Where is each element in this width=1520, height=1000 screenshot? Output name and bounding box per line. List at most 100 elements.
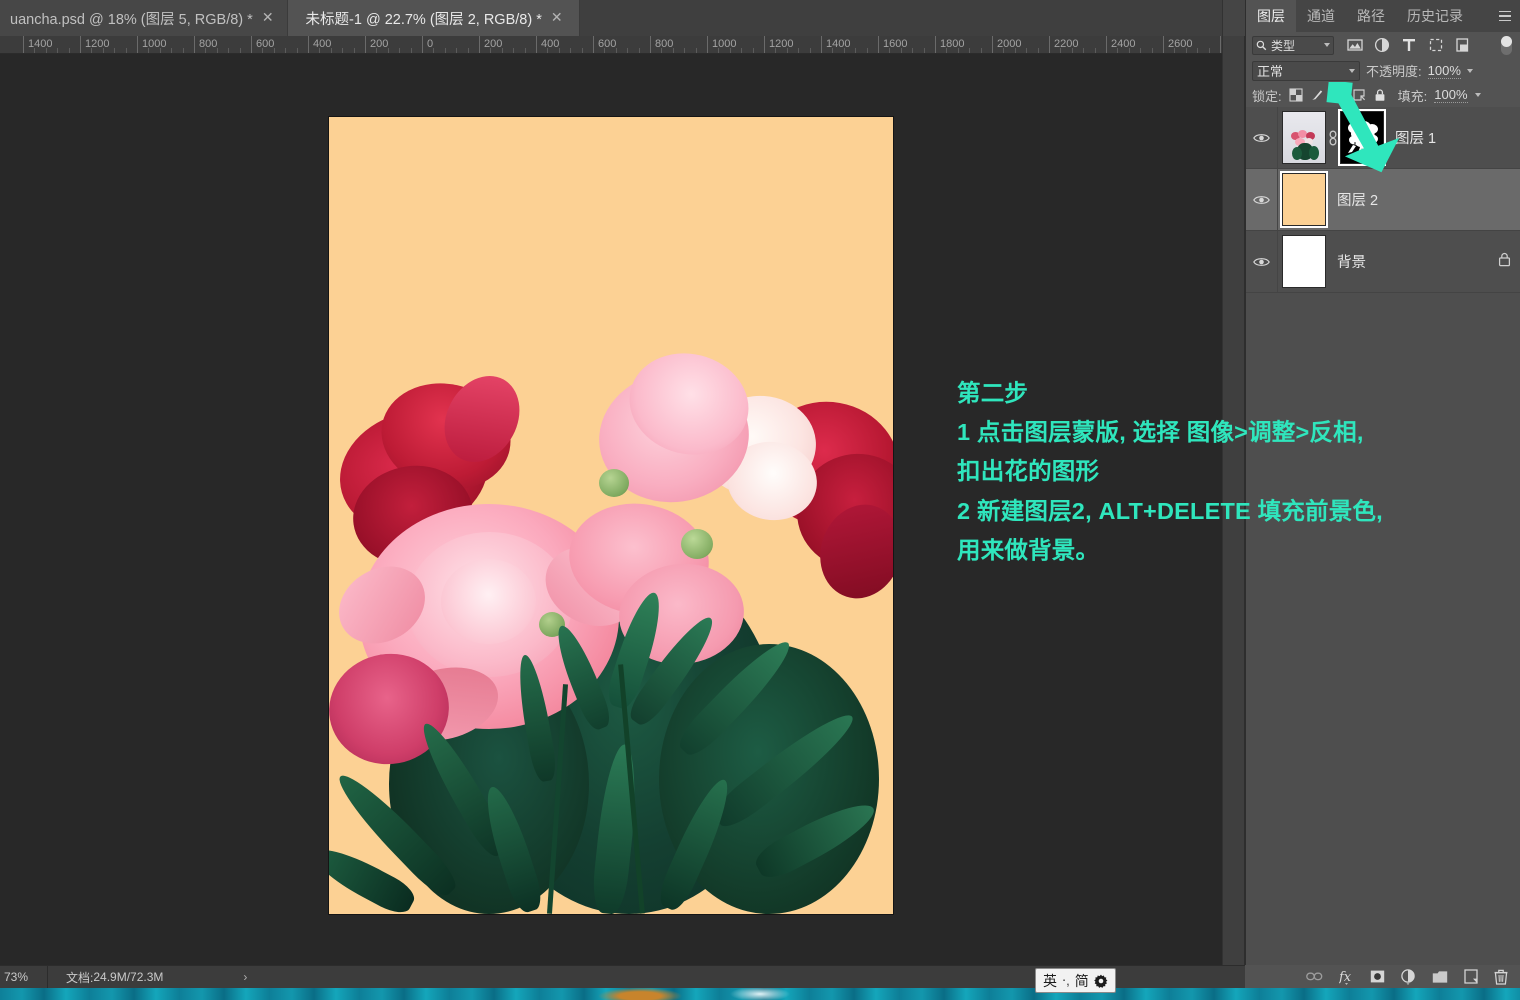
panel-tab-history[interactable]: 历史记录	[1396, 0, 1474, 32]
ruler-major-tick	[137, 36, 138, 53]
layer-name[interactable]: 图层 2	[1337, 189, 1378, 210]
lock-row: 锁定: 填充: 100%	[1246, 83, 1520, 107]
fill-label: 填充:	[1397, 88, 1428, 104]
add-layer-style-fx-icon[interactable]: fx	[1339, 969, 1354, 985]
ruler-label: 200	[370, 38, 389, 50]
horizontal-ruler[interactable]: 1400 1200 1000 800 600 400 200 0 200 400 600 800 100…	[0, 36, 1222, 54]
layer-filter-type-select[interactable]: 类型	[1252, 35, 1334, 55]
smart-object-filter-icon[interactable]	[1455, 37, 1471, 53]
eye-icon	[1253, 257, 1270, 266]
lock-transparent-pixels-icon[interactable]	[1289, 88, 1303, 102]
layer-visibility-toggle[interactable]	[1246, 169, 1278, 230]
layer-mask-thumbnail[interactable]	[1340, 111, 1384, 164]
status-expand-icon[interactable]: ›	[243, 970, 247, 984]
ruler-major-tick	[593, 36, 594, 53]
delete-layer-icon[interactable]	[1494, 969, 1508, 985]
panel-menu-button[interactable]	[1494, 0, 1516, 32]
layer-visibility-toggle[interactable]	[1246, 107, 1278, 168]
panel-gutter	[1222, 0, 1246, 965]
table-row[interactable]: 图层 1	[1246, 107, 1520, 169]
photoshop-window: uancha.psd @ 18% (图层 5, RGB/8) * ✕ 未标题-1…	[0, 0, 1520, 1000]
layer-filter-row: 类型	[1246, 32, 1520, 58]
document-canvas[interactable]	[329, 117, 893, 914]
panel-tab-layers[interactable]: 图层	[1246, 0, 1296, 32]
ruler-label: 800	[655, 38, 674, 50]
opacity-chevron-down-icon[interactable]	[1466, 68, 1473, 73]
layer-thumbnail[interactable]	[1282, 173, 1326, 226]
ruler-major-tick	[1106, 36, 1107, 53]
ruler-major-tick	[308, 36, 309, 53]
canvas-work-area[interactable]	[0, 54, 1222, 965]
ruler-major-tick	[251, 36, 252, 53]
layer-filter-icon-group	[1347, 37, 1471, 53]
lock-image-pixels-icon[interactable]	[1310, 88, 1324, 102]
shape-layer-filter-icon[interactable]	[1428, 37, 1444, 53]
ime-language[interactable]: 英	[1043, 971, 1057, 991]
fill-chevron-down-icon[interactable]	[1474, 93, 1481, 97]
document-tab-2[interactable]: 未标题-1 @ 22.7% (图层 2, RGB/8) * ✕	[287, 0, 580, 36]
new-layer-icon[interactable]	[1464, 969, 1478, 984]
adjustment-layer-filter-icon[interactable]	[1374, 37, 1390, 53]
new-fill-adjustment-layer-icon[interactable]	[1401, 968, 1416, 985]
bouquet-artwork	[329, 340, 893, 914]
close-icon[interactable]: ✕	[551, 11, 563, 25]
document-tab-1-label: uancha.psd @ 18% (图层 5, RGB/8) *	[10, 11, 253, 28]
ruler-major-tick	[821, 36, 822, 53]
ime-language-indicator[interactable]: 英 ⋅, 简	[1035, 968, 1116, 993]
layer-name[interactable]: 背景	[1337, 251, 1366, 272]
close-icon[interactable]: ✕	[262, 11, 274, 25]
ruler-major-tick	[935, 36, 936, 53]
ruler-label: 400	[313, 38, 332, 50]
layer-thumbnail[interactable]	[1282, 111, 1326, 164]
fill-value[interactable]: 100%	[1434, 87, 1468, 103]
layer-filter-type-label: 类型	[1271, 38, 1296, 53]
ruler-label: 600	[256, 38, 275, 50]
search-icon	[1256, 40, 1267, 50]
new-group-icon[interactable]	[1432, 970, 1448, 984]
document-tab-2-label: 未标题-1 @ 22.7% (图层 2, RGB/8) *	[305, 11, 542, 28]
layer-list: 图层 1 图层 2 背景	[1246, 107, 1520, 965]
blend-mode-select[interactable]: 正常	[1252, 60, 1360, 81]
table-row[interactable]: 背景	[1246, 231, 1520, 293]
panel-tab-paths-label: 路径	[1357, 8, 1385, 24]
panel-tab-strip: 图层 通道 路径 历史记录	[1246, 0, 1520, 32]
pixel-layer-filter-icon[interactable]	[1347, 37, 1363, 53]
ime-mode[interactable]: 简	[1075, 971, 1089, 991]
type-layer-filter-icon[interactable]	[1401, 37, 1417, 53]
document-tab-1[interactable]: uancha.psd @ 18% (图层 5, RGB/8) * ✕	[0, 0, 288, 36]
layer-thumbnail[interactable]	[1282, 235, 1326, 288]
chevron-down-icon[interactable]	[1349, 68, 1355, 73]
ruler-label: 2000	[997, 38, 1022, 50]
panel-tab-paths[interactable]: 路径	[1346, 0, 1396, 32]
ruler-label: 1600	[883, 38, 908, 50]
zoom-level-field[interactable]: 73%	[0, 966, 48, 988]
lock-all-icon[interactable]	[1373, 88, 1387, 102]
svg-text:fx: fx	[1339, 970, 1352, 985]
link-chain-icon	[1329, 130, 1337, 145]
ruler-label: 1200	[769, 38, 794, 50]
layer-visibility-toggle[interactable]	[1246, 231, 1278, 292]
ruler-label: 0	[427, 38, 434, 50]
panel-tab-history-label: 历史记录	[1407, 8, 1463, 24]
panel-tab-channels[interactable]: 通道	[1296, 0, 1346, 32]
layer-mask-link[interactable]	[1326, 130, 1340, 146]
link-layers-icon[interactable]	[1306, 971, 1323, 982]
chevron-down-icon[interactable]	[1324, 43, 1330, 47]
ruler-label: 600	[598, 38, 617, 50]
filter-enable-toggle[interactable]	[1501, 35, 1512, 55]
layer-name[interactable]: 图层 1	[1395, 127, 1436, 148]
opacity-value[interactable]: 100%	[1427, 63, 1461, 79]
gear-icon[interactable]	[1093, 974, 1108, 988]
ruler-label: 1200	[85, 38, 110, 50]
ruler-major-tick	[1049, 36, 1050, 53]
lock-artboard-nesting-icon[interactable]	[1352, 88, 1366, 102]
ruler-major-tick	[992, 36, 993, 53]
blend-mode-row: 正常 不透明度: 100%	[1246, 58, 1520, 83]
hamburger-icon	[1499, 10, 1511, 22]
ruler-label: 1800	[940, 38, 965, 50]
document-size-label: 文档:	[66, 970, 94, 985]
ruler-label: 2600	[1168, 38, 1193, 50]
lock-position-icon[interactable]	[1331, 88, 1345, 102]
table-row[interactable]: 图层 2	[1246, 169, 1520, 231]
add-layer-mask-icon[interactable]	[1370, 969, 1385, 984]
